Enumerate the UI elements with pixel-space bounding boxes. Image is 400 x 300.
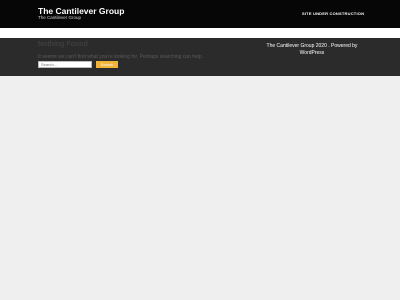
header-spacer bbox=[0, 28, 400, 38]
search-button[interactable]: Search bbox=[96, 61, 118, 68]
site-tagline: The Cantilever Group bbox=[38, 15, 82, 20]
footer-credit: The Cantilever Group 2020 . Powered by W… bbox=[266, 43, 358, 56]
nav-item-site-under-construction[interactable]: SITE UNDER CONSTRUCTION bbox=[302, 11, 364, 16]
site-header: The Cantilever Group The Cantilever Grou… bbox=[0, 0, 400, 28]
page-title: Nothing Found bbox=[38, 41, 88, 48]
not-found-message: It seems we can't find what you're looki… bbox=[38, 54, 204, 60]
search-input[interactable] bbox=[38, 61, 92, 68]
